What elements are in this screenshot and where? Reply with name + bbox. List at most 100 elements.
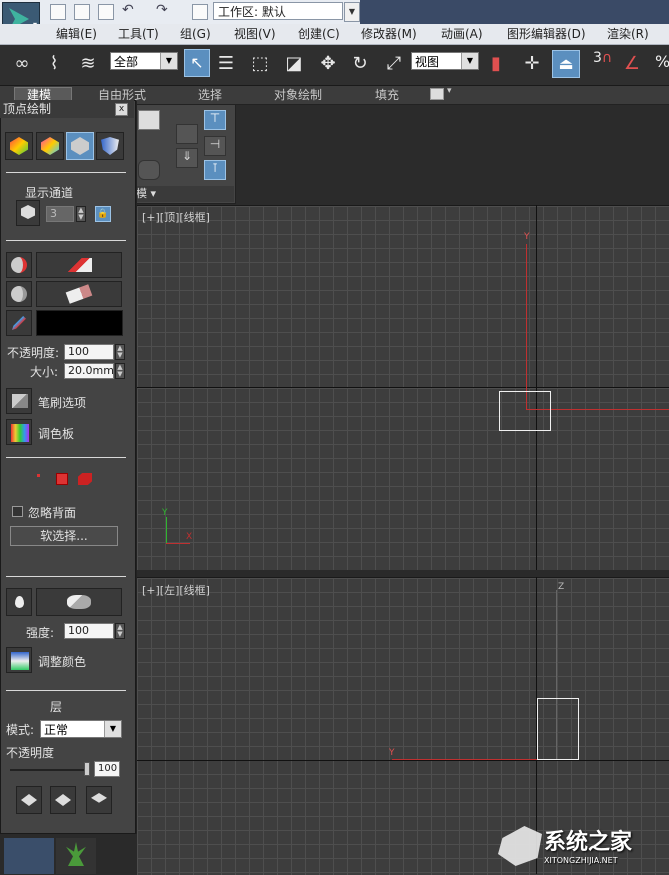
- strength-spinner[interactable]: ▲ ▼: [115, 623, 125, 639]
- show-end-result-icon[interactable]: ⊣: [204, 136, 226, 156]
- object-thumbnail-tile[interactable]: [4, 838, 54, 874]
- adjust-color-label[interactable]: 调整颜色: [38, 653, 86, 670]
- ribbon-options-icon[interactable]: [430, 88, 444, 100]
- ribbon-panel-strip[interactable]: 模 ▾: [136, 186, 234, 202]
- mode-dropdown[interactable]: 正常 ▼: [40, 720, 122, 738]
- viewport-top[interactable]: [137, 205, 669, 571]
- select-manipulate-icon[interactable]: ✛: [520, 52, 544, 76]
- menu-modifiers[interactable]: 修改器(M): [361, 24, 417, 44]
- menu-tools[interactable]: 工具(T): [118, 24, 159, 44]
- undo-icon[interactable]: ↶: [122, 2, 134, 18]
- keyboard-shortcut-override-icon[interactable]: ⏏: [552, 50, 580, 78]
- snaps-toggle-icon[interactable]: 3∩: [593, 50, 612, 66]
- layer-opacity-slider-track[interactable]: [10, 769, 90, 771]
- redo-icon[interactable]: ↷: [156, 2, 168, 18]
- window-crossing-icon[interactable]: ◪: [282, 52, 306, 76]
- tab-object-paint[interactable]: 对象绘制: [274, 86, 322, 104]
- stack-up-icon[interactable]: [176, 124, 198, 144]
- brush-options-icon[interactable]: [6, 388, 32, 414]
- rotate-icon[interactable]: ↻: [348, 52, 372, 76]
- workspace-dropdown-arrow[interactable]: ▼: [344, 2, 360, 22]
- select-erase-icon[interactable]: [6, 281, 32, 307]
- palette-icon[interactable]: [6, 419, 32, 445]
- menu-create[interactable]: 创建(C): [298, 24, 340, 44]
- soft-selection-button[interactable]: 软选择...: [10, 526, 118, 546]
- selection-filter-dropdown[interactable]: 全部 ▼: [110, 52, 178, 70]
- condense-layers-icon[interactable]: [86, 786, 112, 814]
- watermark-brand: 系统之家: [544, 830, 633, 855]
- plant-thumbnail-tile[interactable]: [56, 838, 96, 874]
- pin-stack-icon[interactable]: ⊤: [204, 110, 226, 130]
- blur-brush-button[interactable]: [36, 588, 122, 616]
- move-icon[interactable]: ✥: [316, 52, 340, 76]
- viewport-splitter[interactable]: [137, 570, 669, 577]
- menu-group[interactable]: 组(G): [180, 24, 211, 44]
- make-unique-icon[interactable]: ⊺: [204, 160, 226, 180]
- strength-field[interactable]: 100: [64, 623, 114, 639]
- workspace-selector[interactable]: 工作区: 默认: [213, 2, 343, 20]
- vertex-paint-title-bar[interactable]: 顶点绘制: [0, 100, 134, 118]
- paint-brush-button[interactable]: [36, 252, 122, 278]
- layer-opacity-field[interactable]: 100: [94, 761, 120, 777]
- channel-cube-icon[interactable]: [16, 200, 40, 226]
- new-file-icon[interactable]: [50, 4, 66, 20]
- paint-color-swatch[interactable]: [36, 310, 123, 336]
- opacity-spinner[interactable]: ▲ ▼: [115, 344, 125, 360]
- select-paint-icon[interactable]: [6, 252, 32, 278]
- tab-selection[interactable]: 选择: [198, 86, 222, 104]
- select-by-name-icon[interactable]: ☰: [214, 52, 238, 76]
- tab-populate[interactable]: 填充: [375, 86, 399, 104]
- chevron-down-icon[interactable]: ▾: [447, 86, 452, 96]
- erase-button[interactable]: [36, 281, 122, 307]
- open-file-icon[interactable]: [74, 4, 90, 20]
- cube-icon[interactable]: [138, 110, 160, 130]
- pick-color-icon[interactable]: [6, 310, 32, 336]
- pivot-center-icon[interactable]: ▮: [484, 52, 508, 76]
- select-object-icon[interactable]: ↖: [184, 49, 210, 77]
- vertex-select-icon[interactable]: [36, 473, 46, 483]
- size-spinner[interactable]: ▲ ▼: [115, 363, 125, 379]
- delete-layer-icon[interactable]: [50, 786, 76, 814]
- size-field[interactable]: 20.0mm: [64, 363, 114, 379]
- project-folder-icon[interactable]: [192, 4, 208, 20]
- vertex-color-display-shaded-icon[interactable]: [5, 132, 33, 160]
- layer-opacity-slider-thumb[interactable]: [84, 762, 90, 776]
- bind-space-warp-icon[interactable]: ≋: [76, 52, 100, 76]
- stack-down-icon[interactable]: ⇓: [176, 148, 198, 168]
- toggle-icon[interactable]: [138, 160, 160, 180]
- save-icon[interactable]: [98, 4, 114, 20]
- ignore-backfacing-checkbox[interactable]: [12, 506, 23, 517]
- reference-coordinate-dropdown[interactable]: 视图 ▼: [411, 52, 479, 70]
- disable-vertex-color-display-icon[interactable]: [66, 132, 94, 160]
- menu-view[interactable]: 视图(V): [234, 24, 276, 44]
- new-layer-icon[interactable]: [16, 786, 42, 814]
- palette-label[interactable]: 调色板: [38, 425, 74, 442]
- viewport-top-label[interactable]: [+][顶][线框]: [142, 209, 210, 225]
- selected-object-box-left[interactable]: [537, 698, 579, 760]
- adjust-color-icon[interactable]: [6, 647, 32, 673]
- opacity-field[interactable]: 100: [64, 344, 114, 360]
- angle-snap-icon[interactable]: ∠: [620, 52, 644, 76]
- blur-select-icon[interactable]: [6, 588, 32, 616]
- menu-graph-editors[interactable]: 图形编辑器(D): [507, 24, 586, 44]
- link-icon[interactable]: ∞: [10, 52, 34, 76]
- lock-icon[interactable]: 🔒: [95, 206, 111, 222]
- menu-edit[interactable]: 编辑(E): [56, 24, 97, 44]
- face-select-icon[interactable]: [56, 473, 68, 485]
- close-icon[interactable]: x: [115, 103, 128, 116]
- menu-animation[interactable]: 动画(A): [441, 24, 483, 44]
- rectangle-selection-icon[interactable]: ⬚: [248, 52, 272, 76]
- channel-number-field[interactable]: 3: [46, 206, 74, 222]
- unlink-icon[interactable]: ⌇: [42, 52, 66, 76]
- selected-object-box[interactable]: [499, 391, 551, 431]
- channel-spinner[interactable]: ▲ ▼: [76, 206, 86, 222]
- percent-snap-icon[interactable]: %: [655, 52, 669, 71]
- shield-icon[interactable]: [96, 132, 124, 160]
- gizmo-y-label: Y: [524, 232, 530, 242]
- vertex-color-display-unshaded-icon[interactable]: [36, 132, 64, 160]
- scale-icon[interactable]: ⤢: [382, 52, 406, 76]
- ignore-backfacing-label[interactable]: 忽略背面: [28, 504, 76, 521]
- viewport-left-label[interactable]: [+][左][线框]: [142, 582, 210, 598]
- brush-options-label[interactable]: 笔刷选项: [38, 394, 86, 411]
- menu-rendering[interactable]: 渲染(R): [607, 24, 649, 44]
